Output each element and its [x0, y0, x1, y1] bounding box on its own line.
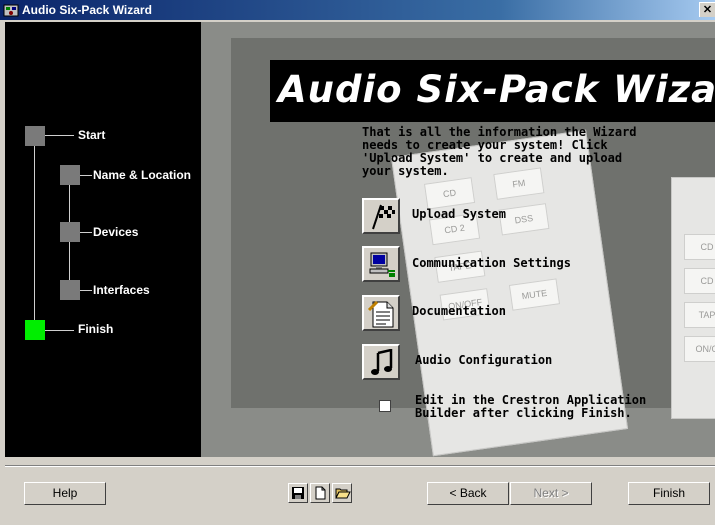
audio-configuration-button[interactable] — [362, 344, 400, 380]
edit-in-builder-checkbox[interactable] — [379, 400, 391, 412]
next-button[interactable]: Next > — [510, 482, 592, 505]
wizard-app-icon — [3, 2, 19, 18]
step-start-label: Start — [78, 128, 106, 142]
checkered-flag-icon — [372, 204, 395, 230]
step-interfaces-indicator — [60, 280, 80, 300]
documentation-label: Documentation — [412, 304, 506, 318]
title-bar: Audio Six-Pack Wizard ✕ — [0, 0, 715, 20]
help-button[interactable]: Help — [24, 482, 106, 505]
tree-connector — [80, 232, 92, 233]
bg-key: TAP — [684, 302, 715, 328]
bg-key: ON/O — [684, 336, 715, 362]
close-icon[interactable]: ✕ — [699, 2, 715, 17]
window-title: Audio Six-Pack Wizard — [22, 3, 152, 17]
audio-configuration-label: Audio Configuration — [415, 353, 553, 367]
bg-key: DSS — [498, 203, 550, 236]
step-name-location-label: Name & Location — [93, 168, 192, 182]
finish-info-text: That is all the information the Wizard n… — [362, 125, 637, 178]
upload-system-button[interactable] — [362, 198, 400, 234]
save-icon — [292, 487, 304, 499]
wizard-banner: Audio Six-Pack Wizard — [270, 60, 715, 122]
bg-key: MUTE — [508, 278, 561, 311]
tree-connector — [45, 330, 74, 331]
banner-title: Audio Six-Pack Wizard — [278, 68, 715, 111]
background-side-panel: CD CD TAP ON/O — [671, 177, 715, 419]
step-name-location-indicator — [60, 165, 80, 185]
tree-connector — [80, 175, 92, 176]
step-start-indicator — [25, 126, 45, 146]
bg-key: CD — [684, 234, 715, 260]
tree-connector — [45, 135, 74, 136]
new-file-button[interactable] — [310, 483, 330, 503]
finish-button[interactable]: Finish — [628, 482, 710, 505]
music-note-icon — [371, 349, 393, 375]
footer-separator — [5, 465, 715, 467]
open-folder-button[interactable] — [332, 483, 352, 503]
communication-settings-button[interactable] — [362, 246, 400, 282]
edit-in-builder-label: Edit in the Crestron Application Builder… — [415, 393, 647, 420]
document-icon — [367, 300, 394, 328]
wizard-steps-panel: Start Name & Location Devices Interfaces… — [5, 22, 201, 457]
documentation-button[interactable] — [362, 295, 400, 331]
step-devices-label: Devices — [93, 225, 139, 239]
communication-settings-label: Communication Settings — [412, 256, 571, 270]
bg-key: CD — [423, 177, 476, 210]
step-interfaces-label: Interfaces — [93, 283, 150, 297]
step-finish-label: Finish — [78, 322, 114, 336]
tree-connector — [80, 290, 92, 291]
tree-connector — [34, 137, 35, 331]
open-folder-icon — [335, 488, 351, 499]
step-finish-indicator — [25, 320, 45, 340]
back-button[interactable]: < Back — [427, 482, 509, 505]
bg-key: CD — [684, 268, 715, 294]
step-devices-indicator — [60, 222, 80, 242]
upload-system-label: Upload System — [412, 207, 506, 221]
computer-network-icon — [369, 252, 395, 277]
wizard-content: CD FM CD 2 DSS TAPE ON/OFF MUTE CD CD TA… — [201, 22, 715, 457]
save-button[interactable] — [288, 483, 308, 503]
new-file-icon — [315, 486, 326, 500]
